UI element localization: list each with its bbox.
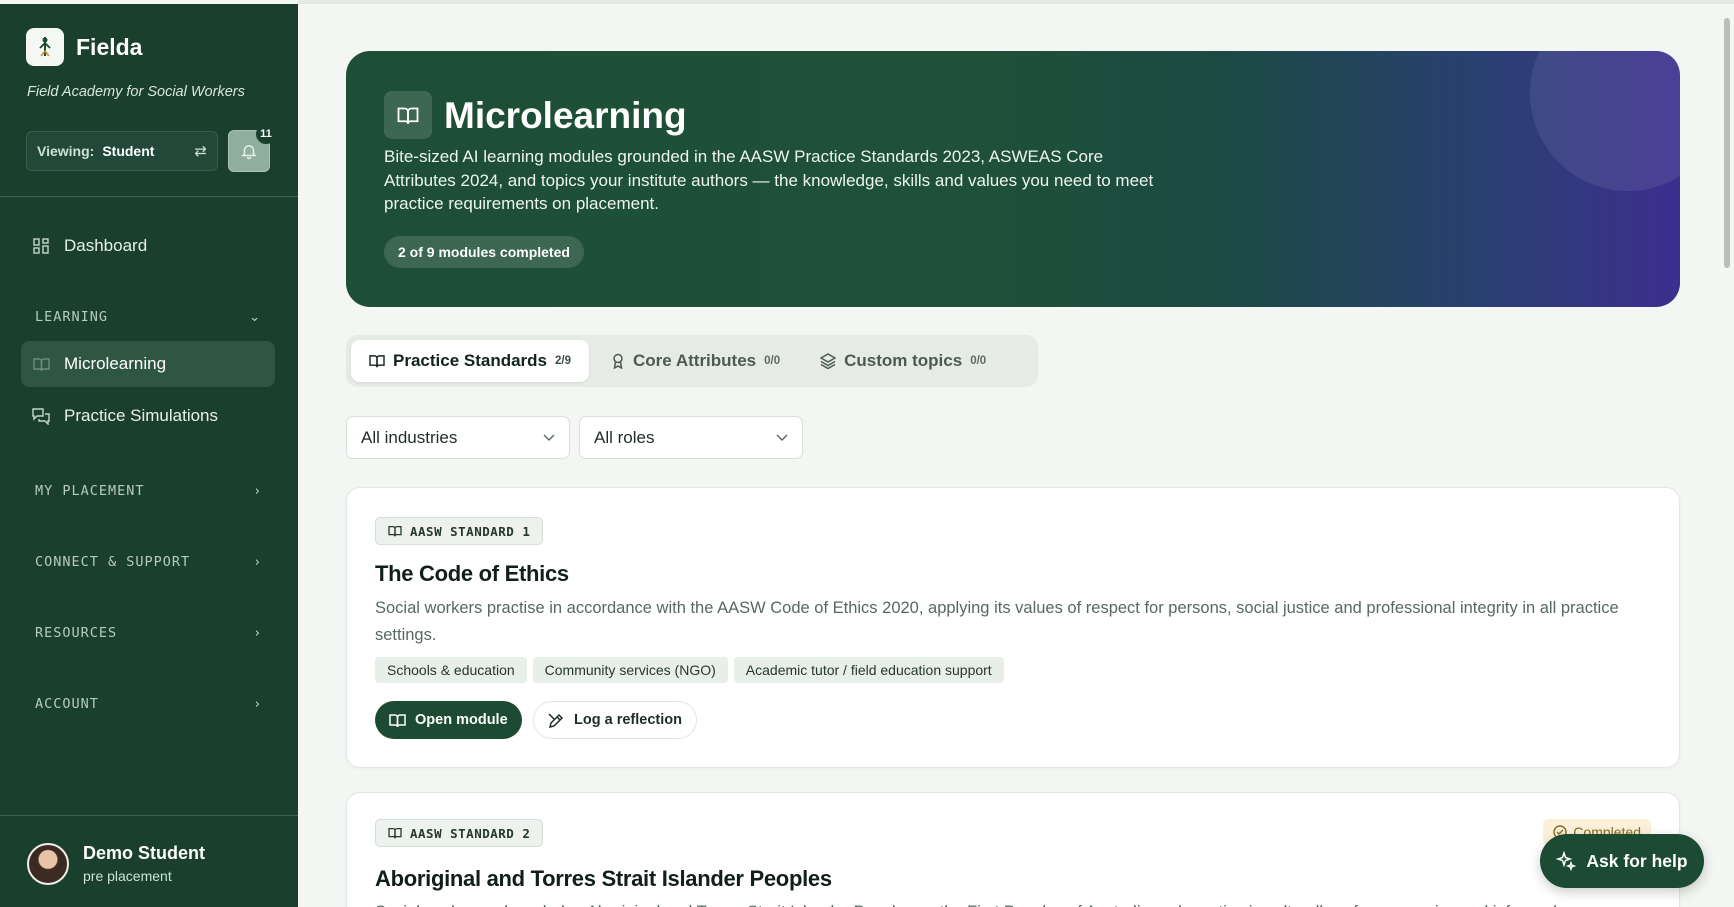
- role-switcher[interactable]: Viewing: Student ⇄: [26, 131, 218, 171]
- award-icon: [613, 353, 623, 369]
- tab-label: Core Attributes: [633, 351, 757, 370]
- notification-count-badge: 11: [256, 124, 276, 144]
- log-reflection-button[interactable]: Log a reflection: [533, 701, 697, 739]
- tab-label: Practice Standards: [393, 351, 548, 370]
- sidebar-section-connect-support[interactable]: CONNECT & SUPPORT ›: [35, 551, 261, 573]
- section-label: RESOURCES: [35, 625, 118, 641]
- chevron-right-icon: ›: [254, 483, 261, 499]
- decorative-circle: [1530, 51, 1680, 191]
- open-module-button[interactable]: Open module: [375, 701, 522, 739]
- chat-icon: [32, 407, 50, 425]
- sidebar-divider: [0, 196, 298, 197]
- chevron-down-icon: [543, 433, 555, 441]
- pen-icon: [548, 712, 564, 728]
- brand[interactable]: Fielda: [26, 28, 142, 66]
- tab-core-attributes[interactable]: Core Attributes 0/0: [593, 340, 798, 382]
- sparkles-icon: [1556, 851, 1577, 871]
- tag: Community services (NGO): [532, 657, 728, 683]
- section-label: MY PLACEMENT: [35, 483, 145, 499]
- ask-for-help-label: Ask for help: [1586, 850, 1688, 871]
- sidebar-item-dashboard[interactable]: Dashboard: [21, 223, 275, 269]
- user-name: Demo Student: [83, 843, 206, 863]
- grid-icon: [32, 237, 50, 255]
- avatar: [27, 842, 69, 885]
- bell-icon: [241, 145, 257, 160]
- sidebar-item-label: Dashboard: [64, 236, 148, 255]
- chevron-right-icon: ›: [254, 554, 261, 570]
- layers-icon: [820, 353, 837, 369]
- standard-badge-label: AASW STANDARD 2: [410, 825, 531, 841]
- module-description: Social workers practise in accordance wi…: [375, 599, 1619, 644]
- module-card: AASW STANDARD 2 Completed Aboriginal and…: [346, 792, 1680, 907]
- sidebar-item-label: Practice Simulations: [64, 406, 219, 425]
- book-open-icon: [389, 713, 406, 727]
- sidebar-section-my-placement[interactable]: MY PLACEMENT ›: [35, 480, 261, 502]
- top-border: [298, 0, 1734, 4]
- chevron-down-icon: [776, 433, 788, 441]
- sidebar-section-account[interactable]: ACCOUNT ›: [35, 693, 261, 715]
- module-card: AASW STANDARD 1 The Code of Ethics Socia…: [346, 487, 1680, 768]
- tab-practice-standards[interactable]: Practice Standards 2/9: [351, 340, 590, 382]
- role-switcher-value: Student: [102, 143, 155, 159]
- scrollbar[interactable]: [1724, 18, 1730, 268]
- book-icon: [384, 91, 432, 139]
- section-label: ACCOUNT: [35, 696, 99, 712]
- swap-icon: ⇄: [194, 143, 207, 160]
- tab-count: 2/9: [555, 355, 572, 367]
- page-description: Bite-sized AI learning modules grounded …: [384, 147, 1154, 213]
- brand-logo-icon: [26, 28, 64, 66]
- hero-banner: Microlearning Bite-sized AI learning mod…: [346, 51, 1680, 307]
- chevron-right-icon: ›: [254, 696, 261, 712]
- industry-filter-value: All industries: [361, 427, 458, 447]
- sidebar-item-microlearning[interactable]: Microlearning: [21, 341, 275, 387]
- role-filter-select[interactable]: All roles: [579, 416, 803, 459]
- module-title[interactable]: The Code of Ethics: [375, 561, 569, 587]
- standard-badge: AASW STANDARD 1: [375, 517, 544, 545]
- chevron-down-icon: ⌄: [249, 309, 261, 325]
- user-status: pre placement: [83, 868, 172, 884]
- standard-badge: AASW STANDARD 2: [375, 819, 544, 847]
- book-icon: [388, 525, 402, 537]
- book-icon: [369, 355, 385, 368]
- role-filter-value: All roles: [594, 427, 655, 447]
- tab-custom-topics[interactable]: Custom topics 0/0: [802, 340, 1004, 382]
- brand-tagline: Field Academy for Social Workers: [27, 84, 245, 100]
- chevron-right-icon: ›: [254, 625, 261, 641]
- sidebar-item-label: Microlearning: [64, 354, 167, 373]
- section-label: LEARNING: [35, 309, 109, 325]
- ask-for-help-button[interactable]: Ask for help: [1540, 834, 1704, 888]
- brand-name: Fielda: [76, 33, 143, 60]
- log-reflection-label: Log a reflection: [574, 712, 682, 728]
- standard-badge-label: AASW STANDARD 1: [410, 523, 531, 539]
- open-module-label: Open module: [415, 712, 508, 728]
- sidebar: Fielda Field Academy for Social Workers …: [0, 4, 298, 907]
- tab-label: Custom topics: [844, 351, 963, 370]
- role-switcher-label: Viewing:: [37, 143, 95, 159]
- industry-filter-select[interactable]: All industries: [346, 416, 570, 459]
- page-title: Microlearning: [444, 95, 687, 136]
- category-tabs: Practice Standards 2/9 Core Attributes 0…: [346, 335, 1038, 387]
- module-title[interactable]: Aboriginal and Torres Strait Islander Pe…: [375, 866, 832, 892]
- book-icon: [32, 355, 50, 373]
- sidebar-section-learning[interactable]: LEARNING ⌄: [35, 306, 261, 328]
- section-label: CONNECT & SUPPORT: [35, 554, 191, 570]
- tab-count: 0/0: [970, 355, 987, 367]
- user-profile[interactable]: Demo Student pre placement: [0, 815, 298, 907]
- tag: Academic tutor / field education support: [733, 657, 1004, 683]
- tab-count: 0/0: [764, 355, 781, 367]
- module-description: Social workers acknowledge Aboriginal an…: [375, 899, 1645, 907]
- tag: Schools & education: [375, 657, 527, 683]
- module-tags: Schools & education Community services (…: [375, 657, 1004, 683]
- sidebar-item-practice-simulations[interactable]: Practice Simulations: [21, 393, 275, 439]
- sidebar-section-resources[interactable]: RESOURCES ›: [35, 622, 261, 644]
- progress-badge: 2 of 9 modules completed: [384, 236, 584, 268]
- book-icon: [388, 827, 402, 839]
